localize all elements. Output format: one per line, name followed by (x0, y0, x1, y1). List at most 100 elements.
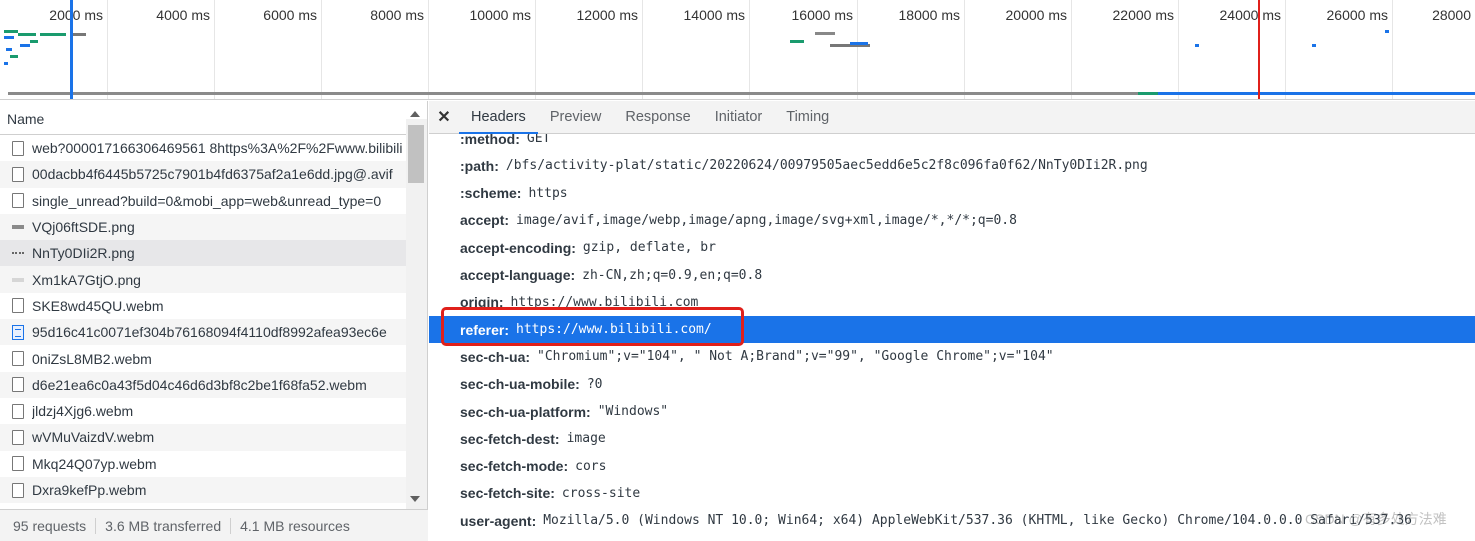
request-row[interactable]: Xm1kA7GtjO.png (0, 266, 406, 293)
scroll-down-arrow-icon[interactable] (410, 496, 420, 502)
timeline-tick-line (107, 0, 108, 99)
request-row[interactable]: 95d16c41c0071ef304b76168094f4110df8992af… (0, 319, 406, 346)
timeline-request-bar (4, 62, 8, 65)
request-row[interactable]: 00dacbb4f6445b5725c7901b4fd6375af2a1e6dd… (0, 161, 406, 188)
header-name: :method: (460, 134, 520, 147)
header-value: "Chromium";v="104", " Not A;Brand";v="99… (537, 349, 1054, 365)
timeline-request-bar (18, 33, 36, 36)
timeline-request-bar (4, 30, 18, 33)
request-name: d6e21ea6c0a43f5d04c46d6d3bf8c2be1f68fa52… (32, 376, 367, 393)
request-row[interactable]: 0niZsL8MB2.webm (0, 345, 406, 371)
header-row[interactable]: sec-ch-ua-platform: "Windows" (429, 398, 1475, 425)
timeline-tick-label: 10000 ms (469, 7, 531, 23)
timeline-tick-line (857, 0, 858, 99)
timeline-tick-line (1285, 0, 1286, 99)
header-name: :path: (460, 157, 499, 174)
timeline-request-bar (1312, 44, 1316, 47)
header-name: accept-encoding: (460, 239, 576, 256)
image-icon (12, 252, 24, 255)
header-row[interactable]: accept-encoding: gzip, deflate, br (429, 234, 1475, 261)
tab-headers[interactable]: Headers (459, 101, 538, 134)
request-name: NnTy0DIi2R.png (32, 245, 135, 262)
request-row[interactable]: VQj06ftSDE.png (0, 213, 406, 241)
document-icon (12, 351, 24, 367)
header-row[interactable]: accept: image/avif,image/webp,image/apng,… (429, 207, 1475, 234)
request-row[interactable]: jldzj4Xjg6.webm (0, 398, 406, 424)
request-list: web?000017166306469561 8https%3A%2F%2Fww… (0, 135, 406, 509)
document-icon (12, 193, 24, 209)
header-row[interactable]: sec-ch-ua-mobile: ?0 (429, 371, 1475, 398)
timeline-tick-label: 28000 (1432, 7, 1471, 23)
header-row[interactable]: sec-ch-ua: "Chromium";v="104", " Not A;Br… (429, 343, 1475, 370)
request-row[interactable]: wVMuVaizdV.webm (0, 424, 406, 451)
request-row[interactable]: NnTy0DIi2R.png (0, 240, 406, 267)
summary-status-bar: 95 requests 3.6 MB transferred 4.1 MB re… (0, 509, 428, 541)
timeline-tick-label: 24000 ms (1219, 7, 1281, 23)
name-column-header[interactable]: Name (0, 101, 406, 135)
request-row[interactable]: d6e21ea6c0a43f5d04c46d6d3bf8c2be1f68fa52… (0, 371, 406, 398)
request-row[interactable]: Mkq24Q07yp.webm (0, 451, 406, 477)
header-name: sec-ch-ua-platform: (460, 403, 591, 420)
header-row[interactable]: accept-language: zh-CN,zh;q=0.9,en;q=0.8 (429, 262, 1475, 289)
header-name: accept: (460, 212, 510, 229)
header-name: :scheme: (460, 185, 522, 202)
document-icon (12, 140, 24, 156)
header-row[interactable]: :method: GET (429, 134, 1475, 152)
request-row[interactable]: single_unread?build=0&mobi_app=web&unrea… (0, 188, 406, 214)
header-name: origin: (460, 294, 504, 311)
header-row[interactable]: sec-fetch-dest: image (429, 425, 1475, 452)
timeline-tick-line (749, 0, 750, 99)
timeline-tick-line (1178, 0, 1179, 99)
document-icon (12, 298, 24, 314)
request-count: 95 requests (13, 517, 87, 534)
header-name: sec-ch-ua: (460, 348, 531, 365)
timeline-tick-line (214, 0, 215, 99)
document-icon (12, 482, 24, 498)
request-name: 00dacbb4f6445b5725c7901b4fd6375af2a1e6dd… (32, 166, 393, 183)
request-details-pane: ✕ Headers Preview Response Initiator Timing … (429, 101, 1475, 541)
document-icon (12, 429, 24, 445)
request-row[interactable]: SKE8wd45QU.webm (0, 293, 406, 319)
scroll-up-arrow-icon[interactable] (410, 111, 420, 117)
header-value: image (566, 431, 606, 447)
tab-preview[interactable]: Preview (538, 101, 614, 133)
headers-list: :method: GET :path: /bfs/activity-plat/stat… (429, 134, 1475, 541)
timeline-tick-label: 14000 ms (683, 7, 745, 23)
tab-response[interactable]: Response (613, 101, 702, 133)
request-row[interactable]: Dxra9kefPp.webm (0, 476, 406, 504)
header-name: sec-fetch-mode: (460, 458, 569, 475)
header-row[interactable]: sec-fetch-mode: cors (429, 453, 1475, 480)
timeline-tick-label: 6000 ms (263, 7, 317, 23)
timeline-overview[interactable]: 2000 ms 4000 ms 6000 ms 8000 ms 10000 ms 1200… (0, 0, 1475, 100)
timeline-tick-line (1392, 0, 1393, 99)
request-row[interactable]: web?000017166306469561 8https%3A%2F%2Fww… (0, 135, 406, 161)
header-row[interactable]: :scheme: https (429, 180, 1475, 207)
tab-timing[interactable]: Timing (774, 101, 841, 133)
close-icon[interactable]: ✕ (429, 101, 459, 133)
header-value: GET (526, 134, 551, 146)
image-icon (12, 277, 24, 282)
header-value: https (528, 185, 568, 201)
header-value: ?0 (586, 376, 603, 392)
document-icon (12, 456, 24, 472)
header-value: cors (575, 458, 607, 474)
timeline-tick-line (321, 0, 322, 99)
header-row[interactable]: referer: https://www.bilibili.com/ (429, 316, 1475, 344)
header-row[interactable]: :path: /bfs/activity-plat/static/20220624… (429, 152, 1475, 179)
tab-initiator[interactable]: Initiator (703, 101, 775, 133)
timeline-request-bar (20, 44, 30, 47)
timeline-tick-label: 16000 ms (791, 7, 853, 23)
header-row[interactable]: origin: https://www.bilibili.com (429, 289, 1475, 316)
request-name: wVMuVaizdV.webm (32, 429, 155, 446)
header-name: user-agent: (460, 512, 537, 529)
timeline-request-bar (4, 36, 14, 39)
header-value: gzip, deflate, br (582, 240, 716, 256)
timeline-tick-label: 4000 ms (156, 7, 210, 23)
header-value: Mozilla/5.0 (Windows NT 10.0; Win64; x64… (543, 513, 1412, 529)
timeline-request-bar (10, 55, 18, 58)
scrollbar-thumb[interactable] (408, 125, 424, 183)
request-name: Mkq24Q07yp.webm (32, 455, 157, 472)
header-row[interactable]: sec-fetch-site: cross-site (429, 480, 1475, 507)
header-value: https://www.bilibili.com/ (516, 322, 712, 338)
timeline-request-bar (790, 40, 804, 43)
